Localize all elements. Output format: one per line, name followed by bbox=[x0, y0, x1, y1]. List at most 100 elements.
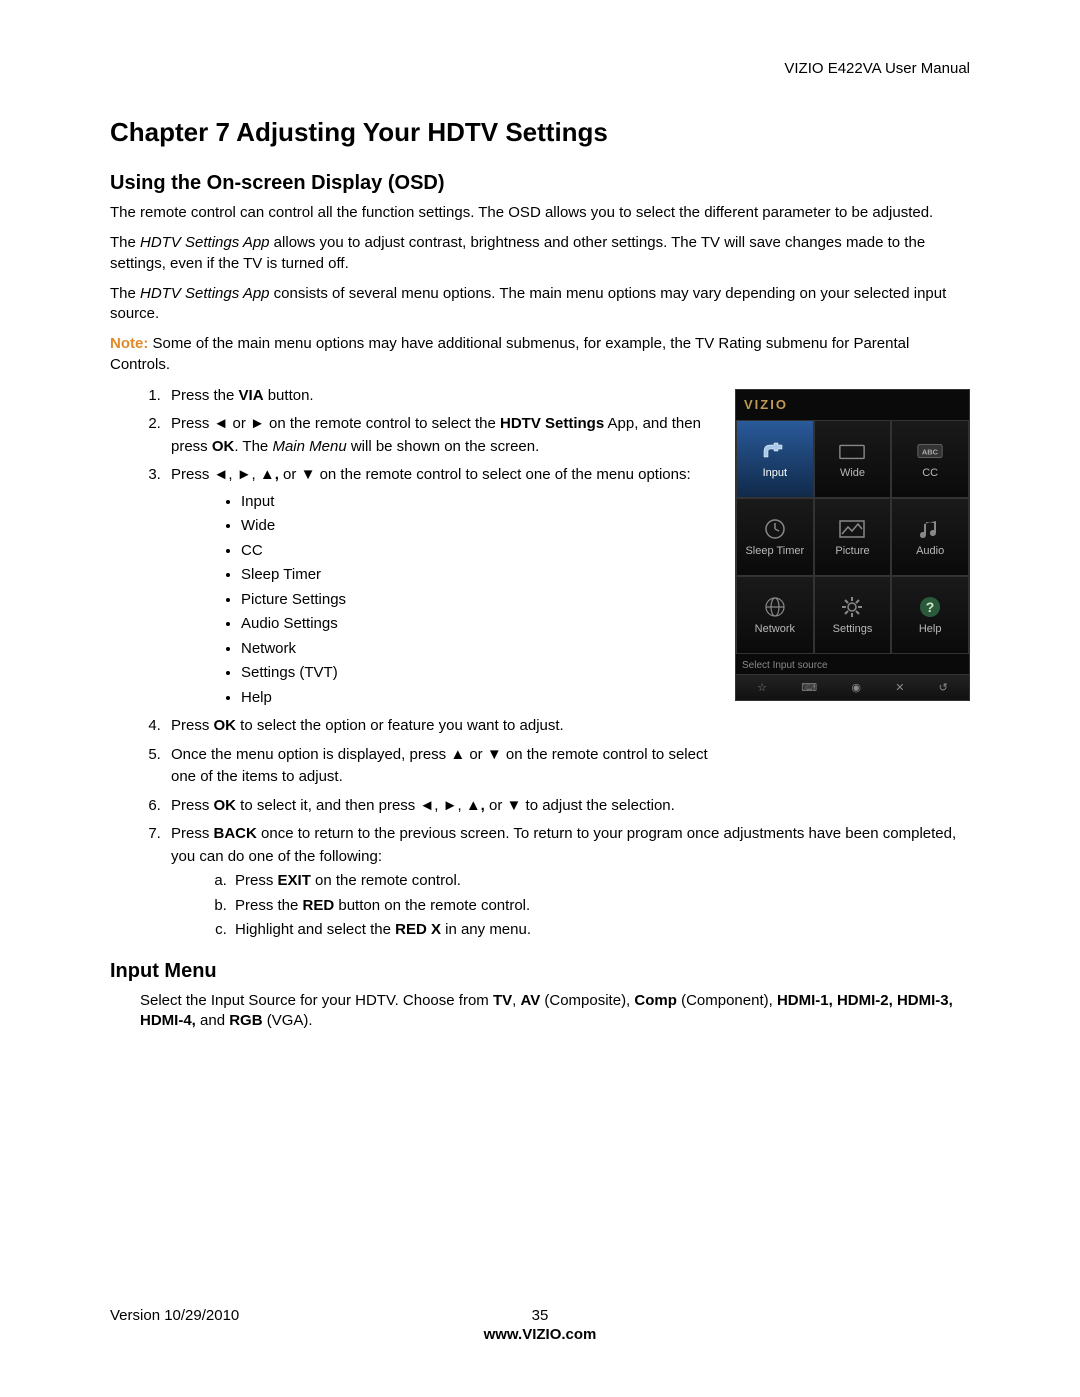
star-icon[interactable]: ☆ bbox=[757, 681, 767, 694]
text: Highlight and select the bbox=[235, 921, 395, 938]
text: Press bbox=[235, 872, 278, 889]
osd-cell-label: CC bbox=[922, 467, 938, 479]
step-5: Once the menu option is displayed, press… bbox=[165, 744, 715, 789]
footer-version: Version 10/29/2010 bbox=[110, 1307, 397, 1324]
app-name: HDTV Settings App bbox=[140, 234, 270, 251]
text: Press the bbox=[235, 897, 303, 914]
exit-button: EXIT bbox=[278, 872, 311, 889]
text: Press bbox=[171, 825, 214, 842]
steps-list-continued: Press OK to select it, and then press ◄,… bbox=[110, 795, 970, 942]
close-icon[interactable]: ✕ bbox=[895, 681, 904, 694]
osd-cell-cc[interactable]: ABC CC bbox=[891, 420, 969, 498]
page-footer: Version 10/29/2010 35 www.VIZIO.com bbox=[110, 1307, 970, 1343]
osd-note: Note: Some of the main menu options may … bbox=[110, 334, 970, 375]
osd-cell-audio[interactable]: Audio bbox=[891, 498, 969, 576]
text: (VGA). bbox=[263, 1012, 313, 1029]
clock-icon bbox=[761, 517, 789, 541]
ok-button: OK bbox=[212, 438, 235, 455]
step-6: Press OK to select it, and then press ◄,… bbox=[165, 795, 970, 818]
osd-cell-input[interactable]: Input bbox=[736, 420, 814, 498]
svg-text:ABC: ABC bbox=[922, 447, 939, 456]
text: Select the Input Source for your HDTV. C… bbox=[140, 992, 493, 1009]
list-item: Audio Settings bbox=[241, 613, 715, 636]
osd-cell-label: Picture bbox=[835, 545, 869, 557]
osd-para-3: The HDTV Settings App consists of severa… bbox=[110, 284, 970, 325]
main-menu: Main Menu bbox=[272, 438, 346, 455]
osd-bottom-bar: ☆ ⌨ ◉ ✕ ↺ bbox=[736, 674, 969, 700]
hdtv-settings: HDTV Settings bbox=[500, 415, 604, 432]
section-osd-title: Using the On-screen Display (OSD) bbox=[110, 172, 970, 195]
step-3: Press ◄, ►, ▲, or ▼ on the remote contro… bbox=[165, 464, 715, 709]
sub-step-c: Highlight and select the RED X in any me… bbox=[231, 919, 970, 942]
steps-list: Press the VIA button. Press ◄ or ► on th… bbox=[110, 385, 715, 789]
via-button: VIA bbox=[239, 387, 264, 404]
text: Press the bbox=[171, 387, 239, 404]
osd-cell-label: Input bbox=[763, 467, 787, 479]
text: The bbox=[110, 285, 140, 302]
back-button: BACK bbox=[214, 825, 257, 842]
text: button on the remote control. bbox=[334, 897, 530, 914]
picture-icon bbox=[838, 517, 866, 541]
text: The bbox=[110, 234, 140, 251]
network-icon bbox=[761, 595, 789, 619]
osd-cell-label: Settings bbox=[833, 623, 873, 635]
section-input-title: Input Menu bbox=[110, 960, 970, 983]
vizio-logo: VIZIO bbox=[736, 390, 969, 420]
sub-step-a: Press EXIT on the remote control. bbox=[231, 870, 970, 893]
text: on the remote control. bbox=[311, 872, 461, 889]
audio-icon bbox=[916, 517, 944, 541]
list-item: Sleep Timer bbox=[241, 564, 715, 587]
osd-cell-label: Help bbox=[919, 623, 942, 635]
osd-para-2: The HDTV Settings App allows you to adju… bbox=[110, 233, 970, 274]
red-button: RED bbox=[303, 897, 335, 914]
osd-cell-picture[interactable]: Picture bbox=[814, 498, 892, 576]
osd-cell-help[interactable]: ? Help bbox=[891, 576, 969, 654]
text: to select it, and then press ◄, ►, ▲ bbox=[236, 797, 481, 814]
text: Press ◄ or ► on the remote control to se… bbox=[171, 415, 500, 432]
osd-cell-label: Network bbox=[755, 623, 795, 635]
gear-icon bbox=[838, 595, 866, 619]
chapter-title: Chapter 7 Adjusting Your HDTV Settings bbox=[110, 117, 970, 148]
comp: Comp bbox=[634, 992, 677, 1009]
red-x: RED X bbox=[395, 921, 441, 938]
wide-icon bbox=[838, 439, 866, 463]
cc-icon: ABC bbox=[916, 439, 944, 463]
osd-cell-label: Sleep Timer bbox=[745, 545, 804, 557]
text: to select the option or feature you want… bbox=[236, 717, 564, 734]
svg-text:?: ? bbox=[926, 599, 935, 615]
osd-cell-settings[interactable]: Settings bbox=[814, 576, 892, 654]
keyboard-icon[interactable]: ⌨ bbox=[801, 681, 817, 694]
osd-cell-label: Audio bbox=[916, 545, 944, 557]
text: or ▼ on the remote control to select one… bbox=[279, 466, 691, 483]
refresh-icon[interactable]: ↺ bbox=[939, 681, 948, 694]
text: and bbox=[196, 1012, 229, 1029]
note-label: Note: bbox=[110, 335, 148, 352]
step-1: Press the VIA button. bbox=[165, 385, 715, 408]
document-page: VIZIO E422VA User Manual Chapter 7 Adjus… bbox=[0, 0, 1080, 1397]
text: Press bbox=[171, 717, 214, 734]
ok-button: OK bbox=[214, 717, 237, 734]
steps-column: Press the VIA button. Press ◄ or ► on th… bbox=[110, 385, 715, 795]
rgb: RGB bbox=[229, 1012, 262, 1029]
osd-screenshot: VIZIO Input Wide ABC CC bbox=[735, 389, 970, 701]
footer-page-number: 35 bbox=[397, 1307, 684, 1324]
note-text: Some of the main menu options may have a… bbox=[110, 335, 909, 372]
text: once to return to the previous screen. T… bbox=[171, 825, 956, 865]
text: will be shown on the screen. bbox=[347, 438, 540, 455]
footer-url: www.VIZIO.com bbox=[110, 1326, 970, 1343]
menu-options-list: Input Wide CC Sleep Timer Picture Settin… bbox=[171, 491, 715, 710]
osd-cell-network[interactable]: Network bbox=[736, 576, 814, 654]
osd-cell-sleep[interactable]: Sleep Timer bbox=[736, 498, 814, 576]
osd-status-text: Select Input source bbox=[736, 654, 969, 674]
target-icon[interactable]: ◉ bbox=[851, 681, 861, 694]
ok-button: OK bbox=[214, 797, 237, 814]
osd-cell-wide[interactable]: Wide bbox=[814, 420, 892, 498]
step-2: Press ◄ or ► on the remote control to se… bbox=[165, 413, 715, 458]
text: button. bbox=[264, 387, 314, 404]
plug-icon bbox=[761, 439, 789, 463]
list-item: Picture Settings bbox=[241, 589, 715, 612]
text: (Component), bbox=[677, 992, 777, 1009]
osd-cell-label: Wide bbox=[840, 467, 865, 479]
sub-steps-list: Press EXIT on the remote control. Press … bbox=[171, 870, 970, 942]
list-item: CC bbox=[241, 540, 715, 563]
